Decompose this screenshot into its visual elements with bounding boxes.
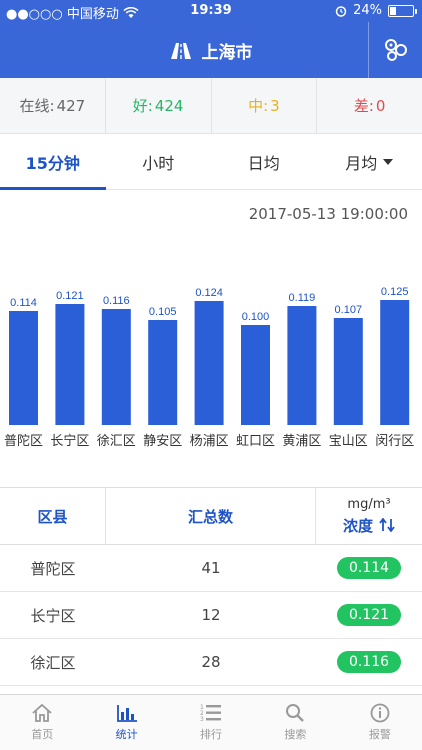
poor-count[interactable]: 差: 0 [317, 78, 422, 133]
road-icon [170, 42, 191, 59]
tabbar-search-label: 搜索 [284, 728, 307, 741]
map-button[interactable] [368, 22, 422, 78]
chart-bar[interactable] [55, 304, 85, 425]
tabbar-ranking[interactable]: 1 2 3 排行 [169, 695, 253, 750]
row-district: 徐汇区 [30, 653, 76, 672]
alert-info-icon [370, 703, 390, 723]
tabbar-stats-label: 统计 [115, 728, 138, 741]
nav-bar: 上海市 [0, 22, 422, 78]
category-label: 长宁区 [50, 433, 89, 449]
moderate-count[interactable]: 中: 3 [212, 78, 318, 133]
chart-bar[interactable] [148, 320, 178, 425]
category-label: 静安区 [143, 434, 182, 449]
row-count: 12 [201, 606, 221, 624]
concentration-label: 浓度 [342, 516, 373, 535]
bar-value-label: 0.100 [242, 311, 270, 323]
bar-value-label: 0.121 [56, 290, 84, 302]
bar-chart: 0.114 普陀区 0.121 长宁区 0.116 徐汇区 0.105 静安区 0.124 杨浦区… [4, 286, 414, 449]
chart-bar[interactable] [194, 301, 224, 425]
moderate-value: 3 [270, 96, 280, 115]
good-count[interactable]: 好: 424 [106, 78, 212, 133]
category-label: 黄浦区 [282, 434, 321, 449]
tabbar-home[interactable]: 首页 [0, 695, 84, 750]
row-count: 28 [201, 653, 221, 671]
table-header: 区县 汇总数 mg/m³ 浓度 [0, 487, 422, 545]
concentration-badge: 0.114 [336, 557, 402, 579]
tab-monthly[interactable]: 月均 [317, 134, 422, 189]
moderate-label: 中: [248, 97, 269, 115]
category-label: 徐汇区 [97, 434, 136, 449]
bar-value-label: 0.114 [10, 297, 37, 309]
poor-label: 差: [353, 97, 374, 115]
category-label: 杨浦区 [190, 434, 229, 449]
bar-value-label: 0.107 [335, 304, 363, 316]
tab-daily[interactable]: 日均 [211, 134, 317, 189]
bar-value-label: 0.124 [195, 287, 223, 299]
map-pin-icon [384, 39, 407, 61]
concentration-badge: 0.116 [336, 651, 402, 673]
bar-value-label: 0.119 [289, 292, 316, 304]
row-district: 普陀区 [30, 559, 76, 578]
tabbar-search[interactable]: 搜索 [253, 695, 337, 750]
svg-text:3: 3 [200, 716, 204, 723]
chart-bar[interactable] [287, 306, 317, 425]
alarm-icon [335, 5, 347, 17]
good-label: 好: [132, 97, 153, 115]
category-label: 宝山区 [329, 434, 368, 449]
battery-icon [388, 4, 417, 17]
category-label: 普陀区 [4, 433, 43, 449]
city-title: 上海市 [201, 43, 253, 63]
tabbar-alert-label: 报警 [368, 728, 391, 741]
time-range-tabs: 15分钟 小时 日均 月均 [0, 134, 422, 190]
bar-value-label: 0.105 [149, 306, 177, 318]
ranking-list-icon: 1 2 3 [200, 704, 222, 723]
sort-icon [379, 518, 395, 532]
tabbar-stats[interactable]: 统计 [84, 695, 168, 750]
concentration-badge: 0.121 [336, 604, 402, 626]
status-summary: 在线: 427 好: 424 中: 3 差: 0 [0, 78, 422, 134]
unit-label: mg/m³ [347, 496, 391, 512]
chart-bar[interactable] [101, 309, 131, 425]
tab-15min[interactable]: 15分钟 [0, 134, 106, 190]
tabbar-alert[interactable]: 报警 [338, 695, 422, 750]
nav-title-group[interactable]: 上海市 [0, 38, 422, 63]
chart-bar[interactable] [9, 311, 38, 425]
home-icon [32, 703, 52, 722]
tab-monthly-label: 月均 [345, 153, 378, 173]
chart-bar[interactable] [380, 300, 410, 425]
online-value: 427 [56, 96, 86, 115]
online-label: 在线: [19, 97, 55, 115]
tab-hourly[interactable]: 小时 [106, 134, 212, 189]
bar-value-label: 0.125 [381, 286, 409, 298]
table-row[interactable]: 长宁区 12 0.121 [0, 592, 422, 639]
status-bar: ●●○○○ 中国移动 19:39 24% [0, 0, 422, 22]
category-label: 闵行区 [375, 434, 414, 449]
bar-chart-icon [116, 705, 137, 722]
search-icon [286, 704, 305, 722]
caret-down-icon [383, 158, 394, 165]
table-row[interactable]: 普陀区 41 0.114 [0, 545, 422, 592]
count-header: 汇总数 [106, 488, 316, 544]
concentration-header[interactable]: mg/m³ 浓度 [316, 488, 422, 544]
tabbar-home-label: 首页 [31, 728, 54, 741]
poor-value: 0 [375, 96, 386, 115]
tabbar-ranking-label: 排行 [200, 728, 223, 741]
bottom-tab-bar: 首页 统计 1 2 3 排行 搜索 报警 [0, 694, 422, 750]
online-count: 在线: 427 [0, 78, 106, 133]
good-value: 424 [154, 96, 184, 115]
chart-bar[interactable] [333, 318, 363, 425]
bar-value-label: 0.116 [103, 295, 130, 307]
chart-area: 2017-05-13 19:00:00 0.114 普陀区 0.121 长宁区 0.11… [0, 191, 422, 479]
category-label: 虹口区 [236, 434, 275, 449]
row-count: 41 [201, 559, 221, 577]
battery-percent: 24% [353, 3, 382, 18]
district-header: 区县 [0, 488, 106, 544]
table-row[interactable]: 徐汇区 28 0.116 [0, 639, 422, 686]
chart-bar[interactable] [241, 325, 270, 425]
row-district: 长宁区 [30, 606, 76, 625]
